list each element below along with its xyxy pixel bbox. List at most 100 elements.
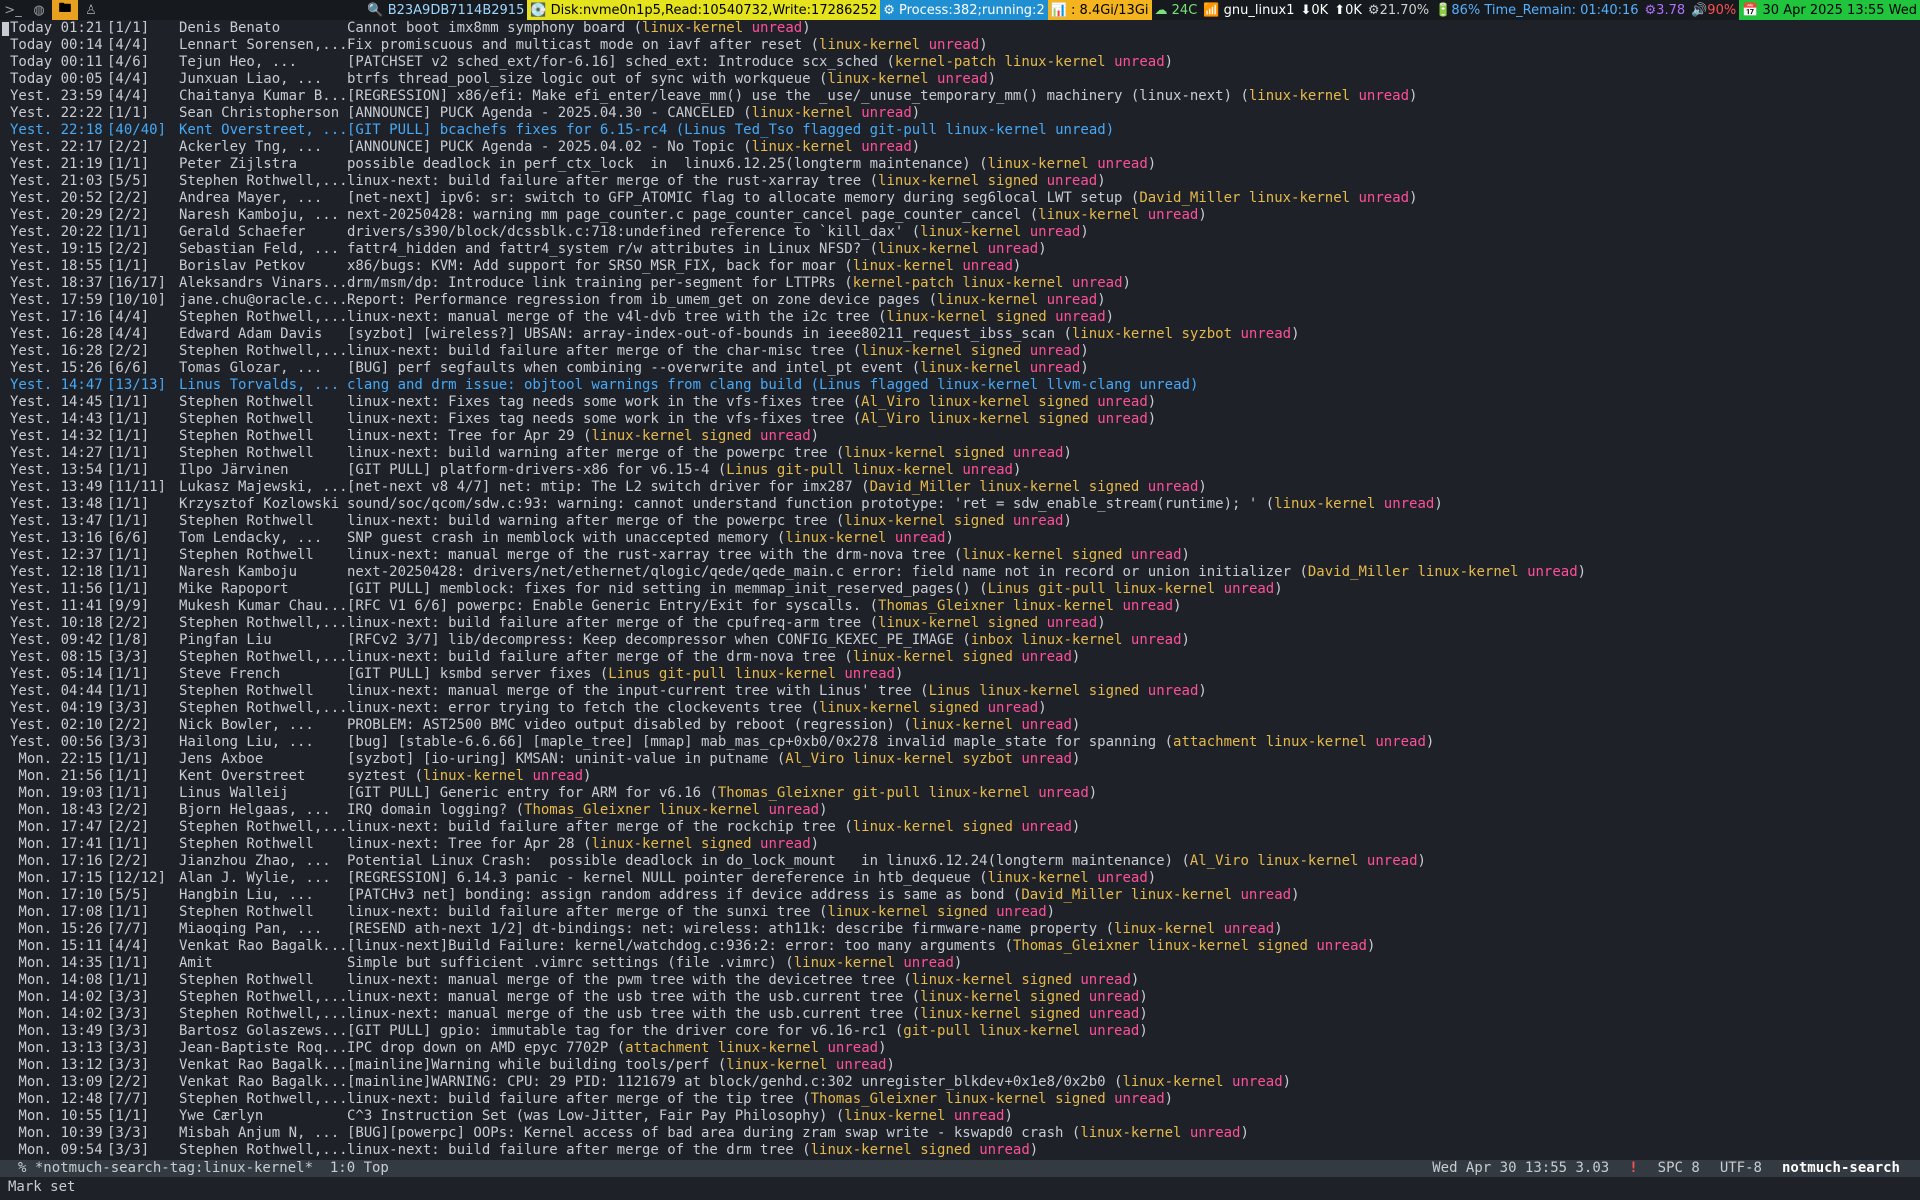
thread-row[interactable]: Mon. 17:41 [1/1] Stephen Rothwell linux-nex… [0, 836, 1920, 853]
thread-row[interactable]: Mon. 17:16 [2/2] Jianzhou Zhao, ... Potenti… [0, 853, 1920, 870]
thread-row[interactable]: Mon. 14:08 [1/1] Stephen Rothwell linux-nex… [0, 972, 1920, 989]
thread-row[interactable]: Yest. 13:16 [6/6] Tom Lendacky, ... SNP gue… [0, 530, 1920, 547]
folder-icon[interactable]: 🖿 [52, 0, 78, 20]
thread-row[interactable]: Mon. 22:15 [1/1] Jens Axboe [syzbot] [io-ur… [0, 751, 1920, 768]
thread-count: [1/1] [107, 666, 150, 682]
thread-row[interactable]: Mon. 15:26 [7/7] Miaoqing Pan, ... [RESEND … [0, 921, 1920, 938]
thread-row[interactable]: Yest. 13:48 [1/1] Krzysztof Kozlowski sound… [0, 496, 1920, 513]
thread-row[interactable]: Yest. 15:26 [6/6] Tomas Glozar, ... [BUG] p… [0, 360, 1920, 377]
thread-row[interactable]: Yest. 21:03 [5/5] Stephen Rothwell,...linu… [0, 173, 1920, 190]
thread-row[interactable]: Yest. 02:10 [2/2] Nick Bowler, ... PROBLEM:… [0, 717, 1920, 734]
thread-authors: Jean-Baptiste Roq... [179, 1040, 347, 1056]
thread-row[interactable]: Yest. 20:22 [1/1] Gerald Schaefer drivers/s… [0, 224, 1920, 241]
thread-tag: git-pull [776, 462, 845, 478]
thread-row[interactable]: Yest. 00:56 [3/3] Hailong Liu, ... [bug] [s… [0, 734, 1920, 751]
thread-row[interactable]: Mon. 12:48 [7/7] Stephen Rothwell,...linux… [0, 1091, 1920, 1108]
thread-row[interactable]: Today 00:05 [4/4] Junxuan Liao, ... btrfs t… [0, 71, 1920, 88]
thread-tag: linux-kernel [658, 802, 761, 818]
thread-subject: next-20250428: drivers/net/ethernet/qlog… [347, 564, 1292, 580]
thread-authors: Stephen Rothwell,... [179, 989, 347, 1005]
thread-row[interactable]: Mon. 10:55 [1/1] Ywe Cærlyn C^3 Instruction… [0, 1108, 1920, 1125]
thread-row[interactable]: Yest. 13:54 [1/1] Ilpo Järvinen [GIT PULL] … [0, 462, 1920, 479]
thread-row[interactable]: Yest. 14:27 [1/1] Stephen Rothwell linux-ne… [0, 445, 1920, 462]
thread-row[interactable]: Mon. 13:12 [3/3] Venkat Rao Bagalk...[main… [0, 1057, 1920, 1074]
thread-row[interactable]: Yest. 22:22 [1/1] Sean Christopherson [ANNO… [0, 105, 1920, 122]
thread-row[interactable]: Yest. 19:15 [2/2] Sebastian Feld, ... fattr… [0, 241, 1920, 258]
thread-row[interactable]: Yest. 23:59 [4/4] Chaitanya Kumar B...[REG… [0, 88, 1920, 105]
thread-row[interactable]: Yest. 18:55 [1/1] Borislav Petkov x86/bugs:… [0, 258, 1920, 275]
thread-row[interactable]: Yest. 21:19 [1/1] Peter Zijlstra possible d… [0, 156, 1920, 173]
thread-authors: Tejun Heo, ... [179, 54, 298, 70]
thread-row[interactable]: Mon. 17:15 [12/12] Alan J. Wylie, ... [REGR… [0, 870, 1920, 887]
thread-row[interactable]: Yest. 14:43 [1/1] Stephen Rothwell linux-ne… [0, 411, 1920, 428]
thread-row[interactable]: Yest. 10:18 [2/2] Stephen Rothwell,...linu… [0, 615, 1920, 632]
thread-row[interactable]: Mon. 21:56 [1/1] Kent Overstreet syztest (l… [0, 768, 1920, 785]
thread-row[interactable]: Mon. 13:49 [3/3] Bartosz Golaszews...[GIT … [0, 1023, 1920, 1040]
thread-row[interactable]: Mon. 18:43 [2/2] Bjorn Helgaas, ... IRQ dom… [0, 802, 1920, 819]
thread-tag: Linus [608, 666, 651, 682]
thread-row[interactable]: Yest. 04:44 [1/1] Stephen Rothwell linux-ne… [0, 683, 1920, 700]
thread-row[interactable]: Yest. 13:47 [1/1] Stephen Rothwell linux-ne… [0, 513, 1920, 530]
thread-row[interactable]: Mon. 14:35 [1/1] Amit Simple but sufficient… [0, 955, 1920, 972]
thread-row[interactable]: Yest. 22:18 [40/40] Kent Overstreet, ...[G… [0, 122, 1920, 139]
thread-row[interactable]: Yest. 18:37 [16/17] Aleksandrs Vinars...dr… [0, 275, 1920, 292]
gear-icon[interactable]: ◍ [26, 0, 52, 20]
status-wifi: 📶 gnu_linux1 [1200, 0, 1298, 20]
thread-row[interactable]: Yest. 12:18 [1/1] Naresh Kamboju next-20250… [0, 564, 1920, 581]
ghost-icon[interactable]: ♙ [78, 0, 104, 20]
thread-row[interactable]: Yest. 08:15 [3/3] Stephen Rothwell,...linu… [0, 649, 1920, 666]
thread-row[interactable]: Yest. 14:47 [13/13] Linus Torvalds, ... cla… [0, 377, 1920, 394]
thread-row[interactable]: Mon. 14:02 [3/3] Stephen Rothwell,...linux… [0, 989, 1920, 1006]
thread-tag: signed [996, 309, 1047, 325]
thread-row[interactable]: Mon. 17:08 [1/1] Stephen Rothwell linux-nex… [0, 904, 1920, 921]
thread-row[interactable]: Yest. 16:28 [4/4] Edward Adam Davis [syzbot… [0, 326, 1920, 343]
thread-tag: linux-kernel [827, 71, 929, 87]
thread-row[interactable]: Today 00:11 [4/6] Tejun Heo, ... [PATCHSET … [0, 54, 1920, 71]
thread-row[interactable]: Mon. 19:03 [1/1] Linus Walleij [GIT PULL] G… [0, 785, 1920, 802]
thread-row[interactable]: Today 01:21 [1/1] Denis Benato Cannot boot … [0, 20, 1920, 37]
thread-row[interactable]: Yest. 20:29 [2/2] Naresh Kamboju, ... next-… [0, 207, 1920, 224]
thread-row[interactable]: Yest. 11:41 [9/9] Mukesh Kumar Chau...[RFC… [0, 598, 1920, 615]
thread-row[interactable]: Mon. 17:47 [2/2] Stephen Rothwell,...linux… [0, 819, 1920, 836]
thread-row[interactable]: Mon. 10:39 [3/3] Misbah Anjum N, ... [BUG][… [0, 1125, 1920, 1142]
thread-row[interactable]: Mon. 13:09 [2/2] Venkat Rao Bagalk...[main… [0, 1074, 1920, 1091]
modeline-encoding: UTF-8 [1719, 1160, 1762, 1176]
thread-row[interactable]: Yest. 16:28 [2/2] Stephen Rothwell,...linu… [0, 343, 1920, 360]
thread-row[interactable]: Yest. 11:56 [1/1] Mike Rapoport [GIT PULL] … [0, 581, 1920, 598]
thread-row[interactable]: Mon. 15:11 [4/4] Venkat Rao Bagalk...[linu… [0, 938, 1920, 955]
terminal-icon[interactable]: >_ [0, 0, 26, 20]
thread-row[interactable]: Mon. 13:13 [3/3] Jean-Baptiste Roq...IPC d… [0, 1040, 1920, 1057]
thread-row[interactable]: Yest. 14:45 [1/1] Stephen Rothwell linux-ne… [0, 394, 1920, 411]
thread-tag: linux-kernel [1114, 581, 1216, 597]
thread-tag: unread [1097, 156, 1148, 172]
thread-subject: linux-next: build failure after merge of… [347, 649, 836, 665]
thread-authors: Kent Overstreet [179, 768, 306, 784]
thread-tag: unread [962, 258, 1013, 274]
thread-row[interactable]: Yest. 09:42 [1/8] Pingfan Liu [RFCv2 3/7] l… [0, 632, 1920, 649]
thread-tag: linux-kernel [726, 1057, 828, 1073]
thread-row[interactable]: Mon. 09:54 [3/3] Stephen Rothwell,...linux… [0, 1142, 1920, 1159]
buffer-name: % *notmuch-search-tag:linux-kernel* 1:0 … [18, 1160, 389, 1176]
thread-count: [1/1] [107, 972, 150, 988]
thread-row[interactable]: Yest. 14:32 [1/1] Stephen Rothwell linux-ne… [0, 428, 1920, 445]
thread-date: Today 00:14 [10, 37, 103, 53]
thread-row[interactable]: Yest. 22:17 [2/2] Ackerley Tng, ... [ANNOUN… [0, 139, 1920, 156]
thread-subject: linux-next: Fixes tag needs some work in… [347, 394, 845, 410]
thread-row[interactable]: Today 00:14 [4/4] Lennart Sorensen,...Fix … [0, 37, 1920, 54]
thread-row[interactable]: Mon. 14:02 [3/3] Stephen Rothwell,...linux… [0, 1006, 1920, 1023]
thread-row[interactable]: Yest. 17:16 [4/4] Stephen Rothwell,...linu… [0, 309, 1920, 326]
thread-row[interactable]: Yest. 17:59 [10/10] jane.chu@oracle.c...Re… [0, 292, 1920, 309]
thread-tag: unread [1071, 275, 1123, 291]
thread-row[interactable]: Yest. 20:52 [2/2] Andrea Mayer, ... [net-ne… [0, 190, 1920, 207]
thread-row[interactable]: Yest. 05:14 [1/1] Steve French [GIT PULL] k… [0, 666, 1920, 683]
notmuch-search-list[interactable]: Today 01:21 [1/1] Denis Benato Cannot boot … [0, 20, 1920, 1160]
thread-tag: unread [1240, 887, 1292, 903]
thread-tag: linux-kernel [591, 428, 693, 444]
thread-tag: unread [827, 1040, 879, 1056]
thread-row[interactable]: Mon. 17:10 [5/5] Hangbin Liu, ... [PATCHv3 … [0, 887, 1920, 904]
thread-row[interactable]: Yest. 04:19 [3/3] Stephen Rothwell,...linu… [0, 700, 1920, 717]
thread-row[interactable]: Yest. 13:49 [11/11] Lukasz Majewski, ...[n… [0, 479, 1920, 496]
thread-row[interactable]: Yest. 12:37 [1/1] Stephen Rothwell linux-ne… [0, 547, 1920, 564]
thread-date: Yest. 17:59 [10, 292, 103, 308]
thread-subject: possible deadlock in perf_ctx_lock in li… [347, 156, 971, 172]
